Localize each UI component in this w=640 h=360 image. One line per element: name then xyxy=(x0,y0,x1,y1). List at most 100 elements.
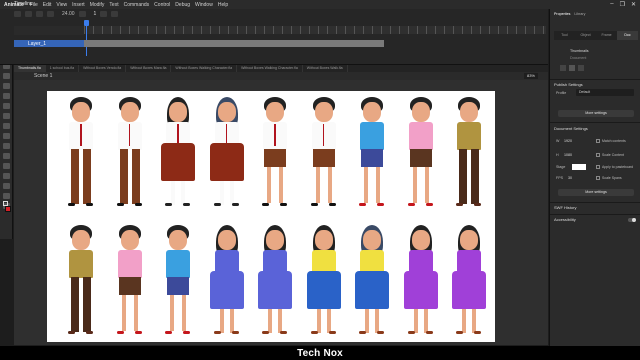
layer-row[interactable]: Layer_1 xyxy=(14,40,84,47)
width-field[interactable]: 1920 xyxy=(564,139,572,143)
character-shoe xyxy=(359,331,366,334)
scene-selector[interactable]: Scene 1 xyxy=(34,73,52,79)
character-shoe xyxy=(425,203,433,206)
eyedropper-tool-icon[interactable] xyxy=(3,143,10,149)
eraser-tool-icon[interactable] xyxy=(3,153,10,159)
cartoon-character xyxy=(110,95,150,215)
layer-frames-span[interactable] xyxy=(84,40,384,47)
character-shoe xyxy=(425,331,433,334)
pencil-tool-icon[interactable] xyxy=(3,103,10,109)
document-more-settings-button[interactable]: More settings xyxy=(558,189,634,196)
menu-commands[interactable]: Commands xyxy=(124,2,150,8)
fps-value[interactable]: 24.00 xyxy=(62,11,75,17)
accessibility-toggle[interactable] xyxy=(628,218,636,222)
hand-tool-icon[interactable] xyxy=(3,173,10,179)
minimize-icon[interactable]: – xyxy=(610,1,613,8)
snap-icon[interactable] xyxy=(569,65,575,71)
camera-tool-icon[interactable] xyxy=(3,193,10,199)
character-leg xyxy=(316,309,321,333)
profile-dropdown[interactable]: Default xyxy=(576,89,634,96)
apply-pasteboard-checkbox[interactable]: Apply to pasteboard xyxy=(596,165,633,169)
character-leg xyxy=(375,309,379,333)
doc-tab[interactable]: Thumbnails.fla xyxy=(14,65,46,72)
character-leg xyxy=(219,309,224,333)
new-layer-icon[interactable] xyxy=(14,10,21,17)
timeline-tab[interactable]: Timeline xyxy=(14,1,33,7)
paint-bucket-tool-icon[interactable] xyxy=(3,133,10,139)
new-folder-icon[interactable] xyxy=(25,10,32,17)
current-frame[interactable]: 1 xyxy=(94,11,97,17)
stage-color-swatch[interactable] xyxy=(572,164,586,170)
loop-icon[interactable] xyxy=(78,10,86,17)
publish-settings-heading[interactable]: Publish Settings xyxy=(554,82,583,87)
stage-canvas[interactable] xyxy=(47,91,495,342)
divider xyxy=(550,122,640,123)
swf-history-heading[interactable]: SWF History xyxy=(554,205,576,210)
doc-tab[interactable]: 1 school bus.fla xyxy=(46,65,80,72)
grid-icon[interactable] xyxy=(578,65,584,71)
close-icon[interactable]: ✕ xyxy=(631,1,636,8)
onion-skin-icon[interactable] xyxy=(47,10,54,17)
subtab-doc[interactable]: Doc xyxy=(617,31,638,40)
character-shoe xyxy=(262,203,269,206)
oval-tool-icon[interactable] xyxy=(3,93,10,99)
doc-tab[interactable]: Without Boxes Walking Character.fla xyxy=(171,65,238,72)
match-contents-button[interactable]: Match contents xyxy=(596,139,626,143)
doc-tab[interactable]: Without Boxes Vendo.fla xyxy=(79,65,127,72)
publish-more-settings-button[interactable]: More settings xyxy=(558,110,634,117)
accessibility-heading[interactable]: Accessibility xyxy=(554,217,576,222)
doc-tab[interactable]: Without Boxes Walking Character.fla xyxy=(237,65,303,72)
character-leg xyxy=(327,167,332,203)
frame-ruler[interactable] xyxy=(84,26,546,34)
delete-layer-icon[interactable] xyxy=(36,10,43,17)
menu-debug[interactable]: Debug xyxy=(175,2,190,8)
doc-tab[interactable]: Without Boxes Mara.fla xyxy=(126,65,172,72)
menu-view[interactable]: View xyxy=(56,2,67,8)
scene-bar: Scene 1 83% xyxy=(14,72,548,80)
menu-text[interactable]: Text xyxy=(109,2,118,8)
doc-fps-field[interactable]: 30 xyxy=(568,176,572,180)
character-head xyxy=(217,230,236,250)
tab-properties[interactable]: Properties xyxy=(554,12,570,19)
rectangle-tool-icon[interactable] xyxy=(3,83,10,89)
line-tool-icon[interactable] xyxy=(3,73,10,79)
stage-icon[interactable] xyxy=(560,65,566,71)
menu-help[interactable]: Help xyxy=(218,2,228,8)
character-pants-leg xyxy=(459,149,467,204)
width-label: W xyxy=(556,139,560,143)
cartoon-character xyxy=(110,223,150,342)
character-shoe xyxy=(116,331,124,334)
character-pants-leg xyxy=(471,149,479,204)
subtab-frame[interactable]: Frame xyxy=(596,31,617,40)
subtab-object[interactable]: Object xyxy=(575,31,596,40)
play-icon[interactable] xyxy=(100,10,108,17)
zoom-tool-icon[interactable] xyxy=(3,183,10,189)
scale-content-checkbox[interactable]: Scale Content xyxy=(596,153,624,157)
character-tie xyxy=(128,124,130,146)
brush-tool-icon[interactable] xyxy=(3,113,10,119)
cartoon-character xyxy=(61,95,101,215)
tab-library[interactable]: Library xyxy=(574,12,585,19)
zoom-field[interactable]: 83% xyxy=(524,73,538,79)
bone-tool-icon[interactable] xyxy=(3,123,10,129)
scale-spans-checkbox[interactable]: Scale Spans xyxy=(596,176,622,180)
menu-edit[interactable]: Edit xyxy=(43,2,52,8)
character-shoe xyxy=(407,203,415,206)
document-settings-heading[interactable]: Document Settings xyxy=(554,126,588,131)
character-shoe xyxy=(310,203,318,206)
cartoon-character xyxy=(255,95,295,215)
step-forward-icon[interactable] xyxy=(111,10,119,17)
fill-color-swatch[interactable] xyxy=(5,206,11,212)
menu-window[interactable]: Window xyxy=(195,2,213,8)
subtab-tool[interactable]: Tool xyxy=(554,31,575,40)
menu-insert[interactable]: Insert xyxy=(72,2,85,8)
menu-control[interactable]: Control xyxy=(154,2,170,8)
character-shoe xyxy=(407,331,415,334)
character-pants-leg xyxy=(71,277,79,332)
doc-tab[interactable]: Without Boxes Walk.fla xyxy=(303,65,348,72)
height-field[interactable]: 1080 xyxy=(564,153,572,157)
character-shirt xyxy=(117,250,142,278)
maximize-icon[interactable]: ❐ xyxy=(620,1,625,8)
menu-modify[interactable]: Modify xyxy=(90,2,105,8)
width-tool-icon[interactable] xyxy=(3,163,10,169)
